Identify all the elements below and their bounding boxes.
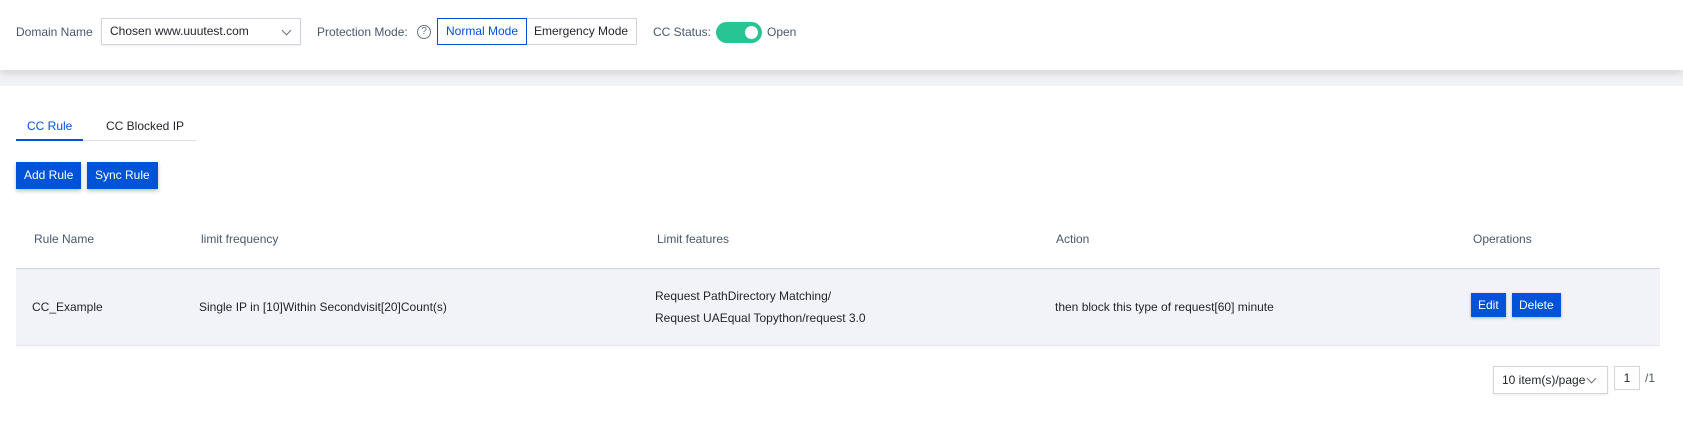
column-header-limit-frequency: limit frequency <box>201 232 279 246</box>
active-tab-indicator <box>16 139 83 141</box>
normal-mode-button[interactable]: Normal Mode <box>437 18 528 45</box>
chevron-down-icon <box>281 25 292 36</box>
cc-status-label: CC Status: <box>653 25 712 39</box>
page-number-input[interactable]: 1 <box>1614 366 1640 390</box>
protection-mode-label: Protection Mode: <box>317 25 408 39</box>
domain-select-value: Chosen www.uuutest.com <box>110 24 249 38</box>
action-cell: then block this type of request[60] minu… <box>1055 300 1274 314</box>
content-panel: CC Rule CC Blocked IP Add Rule Sync Rule… <box>0 86 1683 429</box>
tab-cc-blocked-ip[interactable]: CC Blocked IP <box>106 119 184 133</box>
page-size-select[interactable]: 10 item(s)/page <box>1493 366 1608 394</box>
column-header-operations: Operations <box>1473 232 1532 246</box>
limit-features-line-1: Request PathDirectory Matching/ <box>655 289 832 303</box>
column-header-rule-name: Rule Name <box>34 232 95 246</box>
top-filter-bar: Domain Name Chosen www.uuutest.com Prote… <box>0 0 1683 70</box>
limit-features-line-2: Request UAEqual Topython/request 3.0 <box>655 311 866 325</box>
cc-status-value: Open <box>767 25 797 39</box>
emergency-mode-button[interactable]: Emergency Mode <box>526 18 638 45</box>
help-icon[interactable]: ? <box>417 25 431 39</box>
page-total: /1 <box>1645 371 1656 385</box>
domain-name-label: Domain Name <box>16 25 93 39</box>
toggle-knob <box>745 26 758 39</box>
chevron-down-icon <box>1586 373 1597 384</box>
add-rule-button[interactable]: Add Rule <box>16 162 82 189</box>
page-size-value: 10 item(s)/page <box>1502 373 1586 387</box>
limit-frequency-cell: Single IP in [10]Within Secondvisit[20]C… <box>199 300 447 314</box>
cc-status-toggle[interactable] <box>716 22 762 43</box>
domain-select[interactable]: Chosen www.uuutest.com <box>101 18 301 45</box>
column-header-action: Action <box>1056 232 1090 246</box>
delete-button[interactable]: Delete <box>1512 293 1561 317</box>
sync-rule-button[interactable]: Sync Rule <box>87 162 158 189</box>
column-header-limit-features: Limit features <box>657 232 730 246</box>
table-row: CC_Example Single IP in [10]Within Secon… <box>16 269 1660 346</box>
rule-name-cell: CC_Example <box>32 300 103 314</box>
edit-button[interactable]: Edit <box>1471 293 1506 317</box>
tab-cc-rule[interactable]: CC Rule <box>27 119 72 133</box>
